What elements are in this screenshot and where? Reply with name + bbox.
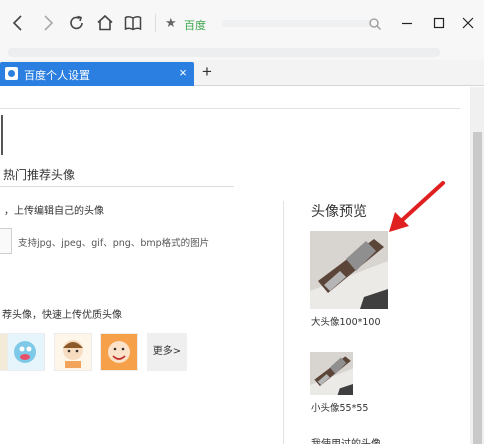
reader-icon[interactable] xyxy=(123,13,143,33)
tab-baidu-settings[interactable]: 百度个人设置 × xyxy=(0,62,194,86)
plus-icon[interactable]: + xyxy=(198,62,216,82)
column-divider xyxy=(283,201,284,444)
refresh-icon[interactable] xyxy=(67,13,87,33)
toolbar-separator xyxy=(155,14,156,32)
preview-title: 头像预览 xyxy=(311,204,367,220)
upload-formats-note: 支持jpg、jpeg、gif、png、bmp格式的图片 xyxy=(18,238,210,249)
annotation-arrow-icon xyxy=(389,181,445,232)
scrollbar-thumb[interactable] xyxy=(473,132,482,444)
bookmark-bar-blurred xyxy=(8,48,440,57)
hot-avatars-title: 热门推荐头像 xyxy=(3,168,76,182)
upload-button[interactable] xyxy=(0,228,12,254)
minimize-icon[interactable] xyxy=(398,14,416,32)
used-avatars-title: 我使用过的头像 xyxy=(311,435,381,444)
hot-avatar-3[interactable] xyxy=(54,333,92,371)
tab-close-icon[interactable]: × xyxy=(176,65,190,80)
address-url-blurred xyxy=(222,20,372,27)
close-icon[interactable] xyxy=(459,14,477,32)
forward-arrow-icon[interactable] xyxy=(38,13,58,33)
site-name: 百度 xyxy=(184,19,206,32)
tab-title: 百度个人设置 xyxy=(24,69,90,82)
hot-avatar-4[interactable] xyxy=(100,333,138,371)
maximize-icon[interactable] xyxy=(430,14,448,32)
bookmark-bar xyxy=(0,46,484,60)
home-icon[interactable] xyxy=(95,13,115,33)
header-divider xyxy=(0,108,460,109)
page-content: 热门推荐头像 ，上传编辑自己的头像 支持jpg、jpeg、gif、png、bmp… xyxy=(0,87,470,444)
hot-avatar-2[interactable] xyxy=(7,333,45,371)
address-bar[interactable]: ★ 百度 xyxy=(162,12,384,34)
star-icon[interactable]: ★ xyxy=(165,15,177,31)
large-avatar-caption: 大头像100*100 xyxy=(311,317,381,328)
small-avatar-preview xyxy=(310,352,353,395)
large-avatar-preview xyxy=(310,231,388,309)
back-arrow-icon[interactable] xyxy=(8,13,28,33)
upload-hint: ，上传编辑自己的头像 xyxy=(4,206,104,217)
small-avatar-caption: 小头像55*55 xyxy=(311,403,369,414)
baidu-favicon-icon xyxy=(5,67,18,80)
hot-avatars-description: 荐头像，快速上传优质头像 xyxy=(2,310,122,321)
section-divider xyxy=(0,186,234,187)
left-edge-marker xyxy=(1,115,3,155)
tab-strip: 百度个人设置 × + xyxy=(0,60,484,86)
more-avatars-button[interactable]: 更多> xyxy=(147,333,187,371)
browser-toolbar: ★ 百度 xyxy=(0,0,484,46)
search-icon[interactable] xyxy=(368,17,382,31)
